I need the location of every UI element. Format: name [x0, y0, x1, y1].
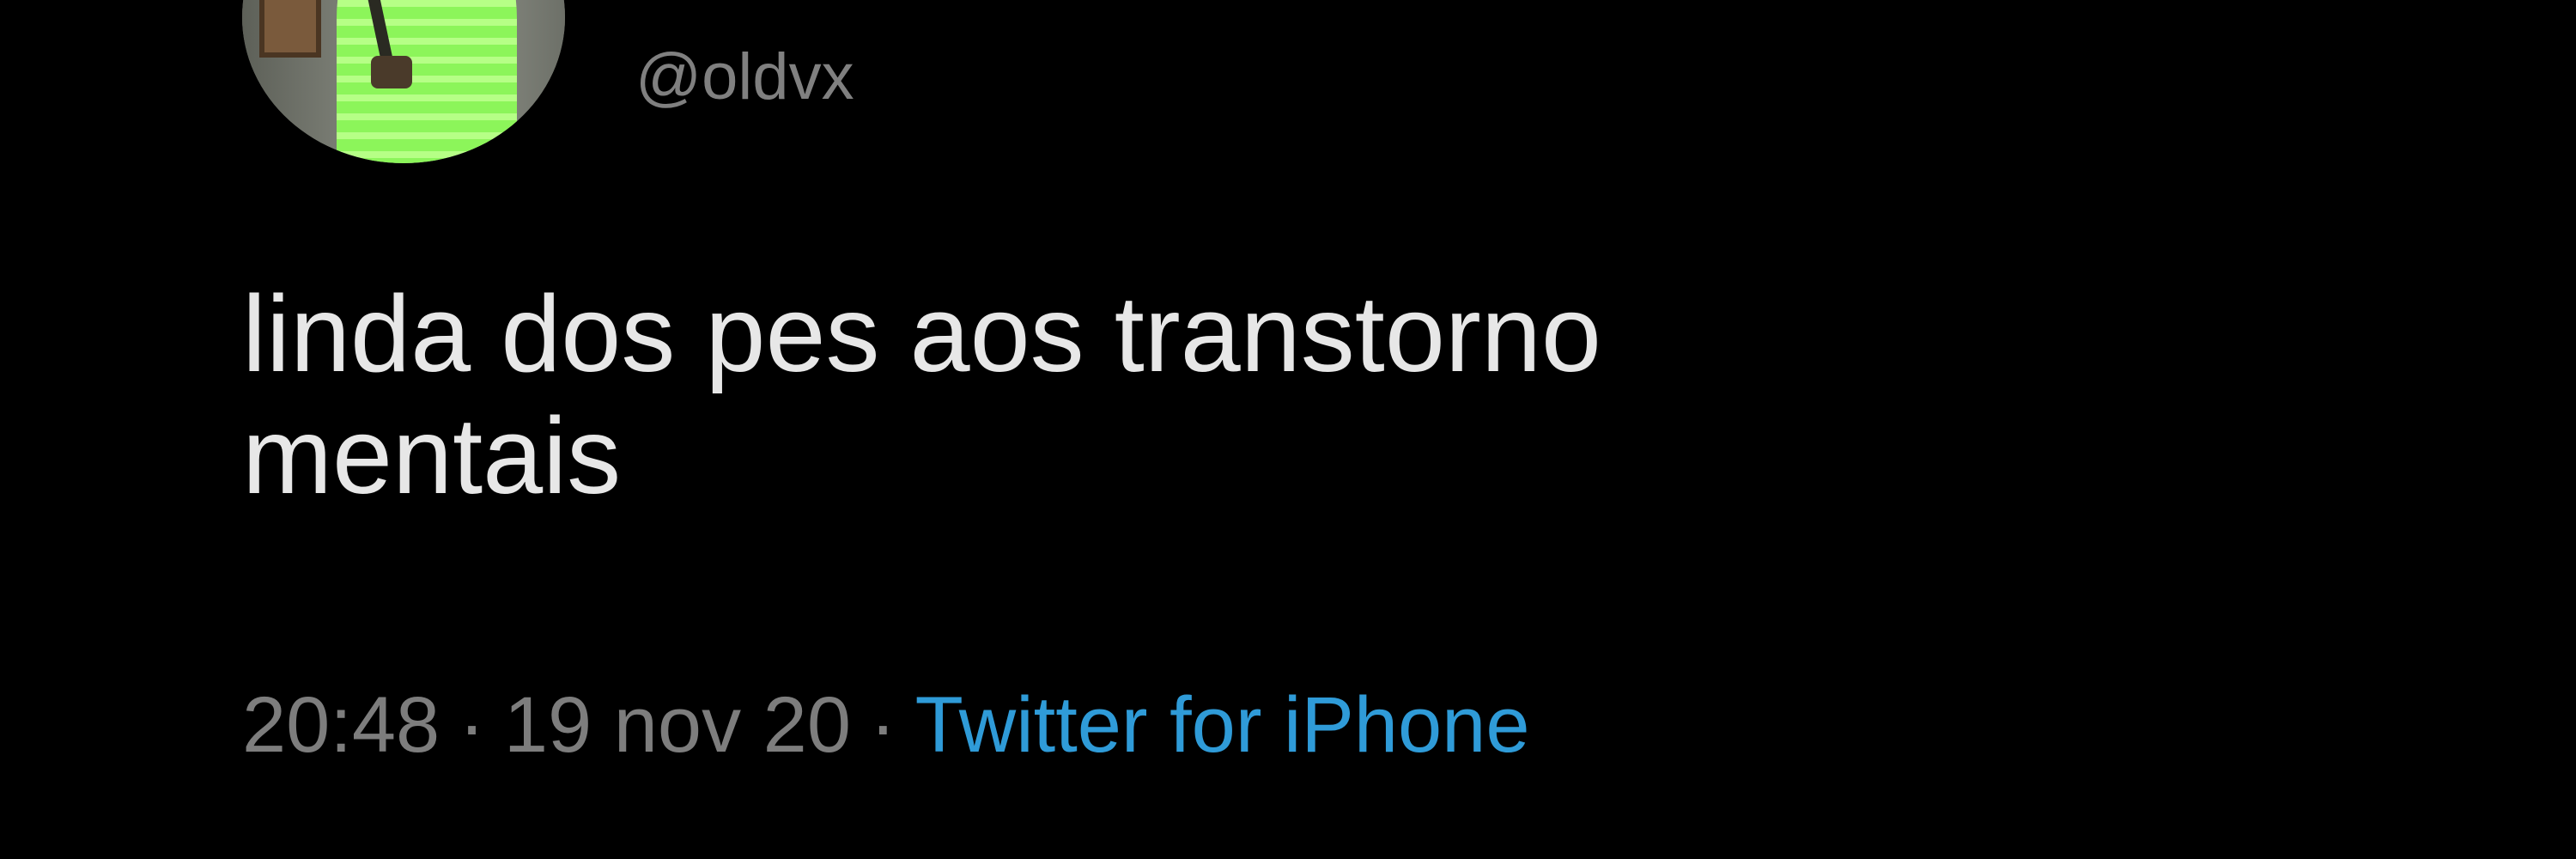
tweet-date[interactable]: 19 nov 20 [504, 681, 851, 769]
tweet-source-link[interactable]: Twitter for iPhone [915, 681, 1530, 769]
avatar-bag [371, 56, 412, 88]
avatar-picture-frame [259, 0, 321, 58]
tweet-detail: @oldvx linda dos pes aos transtorno ment… [0, 0, 2576, 859]
user-handle[interactable]: @oldvx [635, 45, 854, 110]
meta-separator: · [459, 681, 485, 769]
avatar-person-shirt [337, 0, 517, 163]
tweet-metadata: 20:48 · 19 nov 20 · Twitter for iPhone [242, 685, 1530, 765]
tweet-text: linda dos pes aos transtorno mentais [242, 273, 1601, 517]
meta-separator: · [870, 681, 896, 769]
avatar[interactable] [242, 0, 565, 163]
tweet-time[interactable]: 20:48 [242, 681, 440, 769]
